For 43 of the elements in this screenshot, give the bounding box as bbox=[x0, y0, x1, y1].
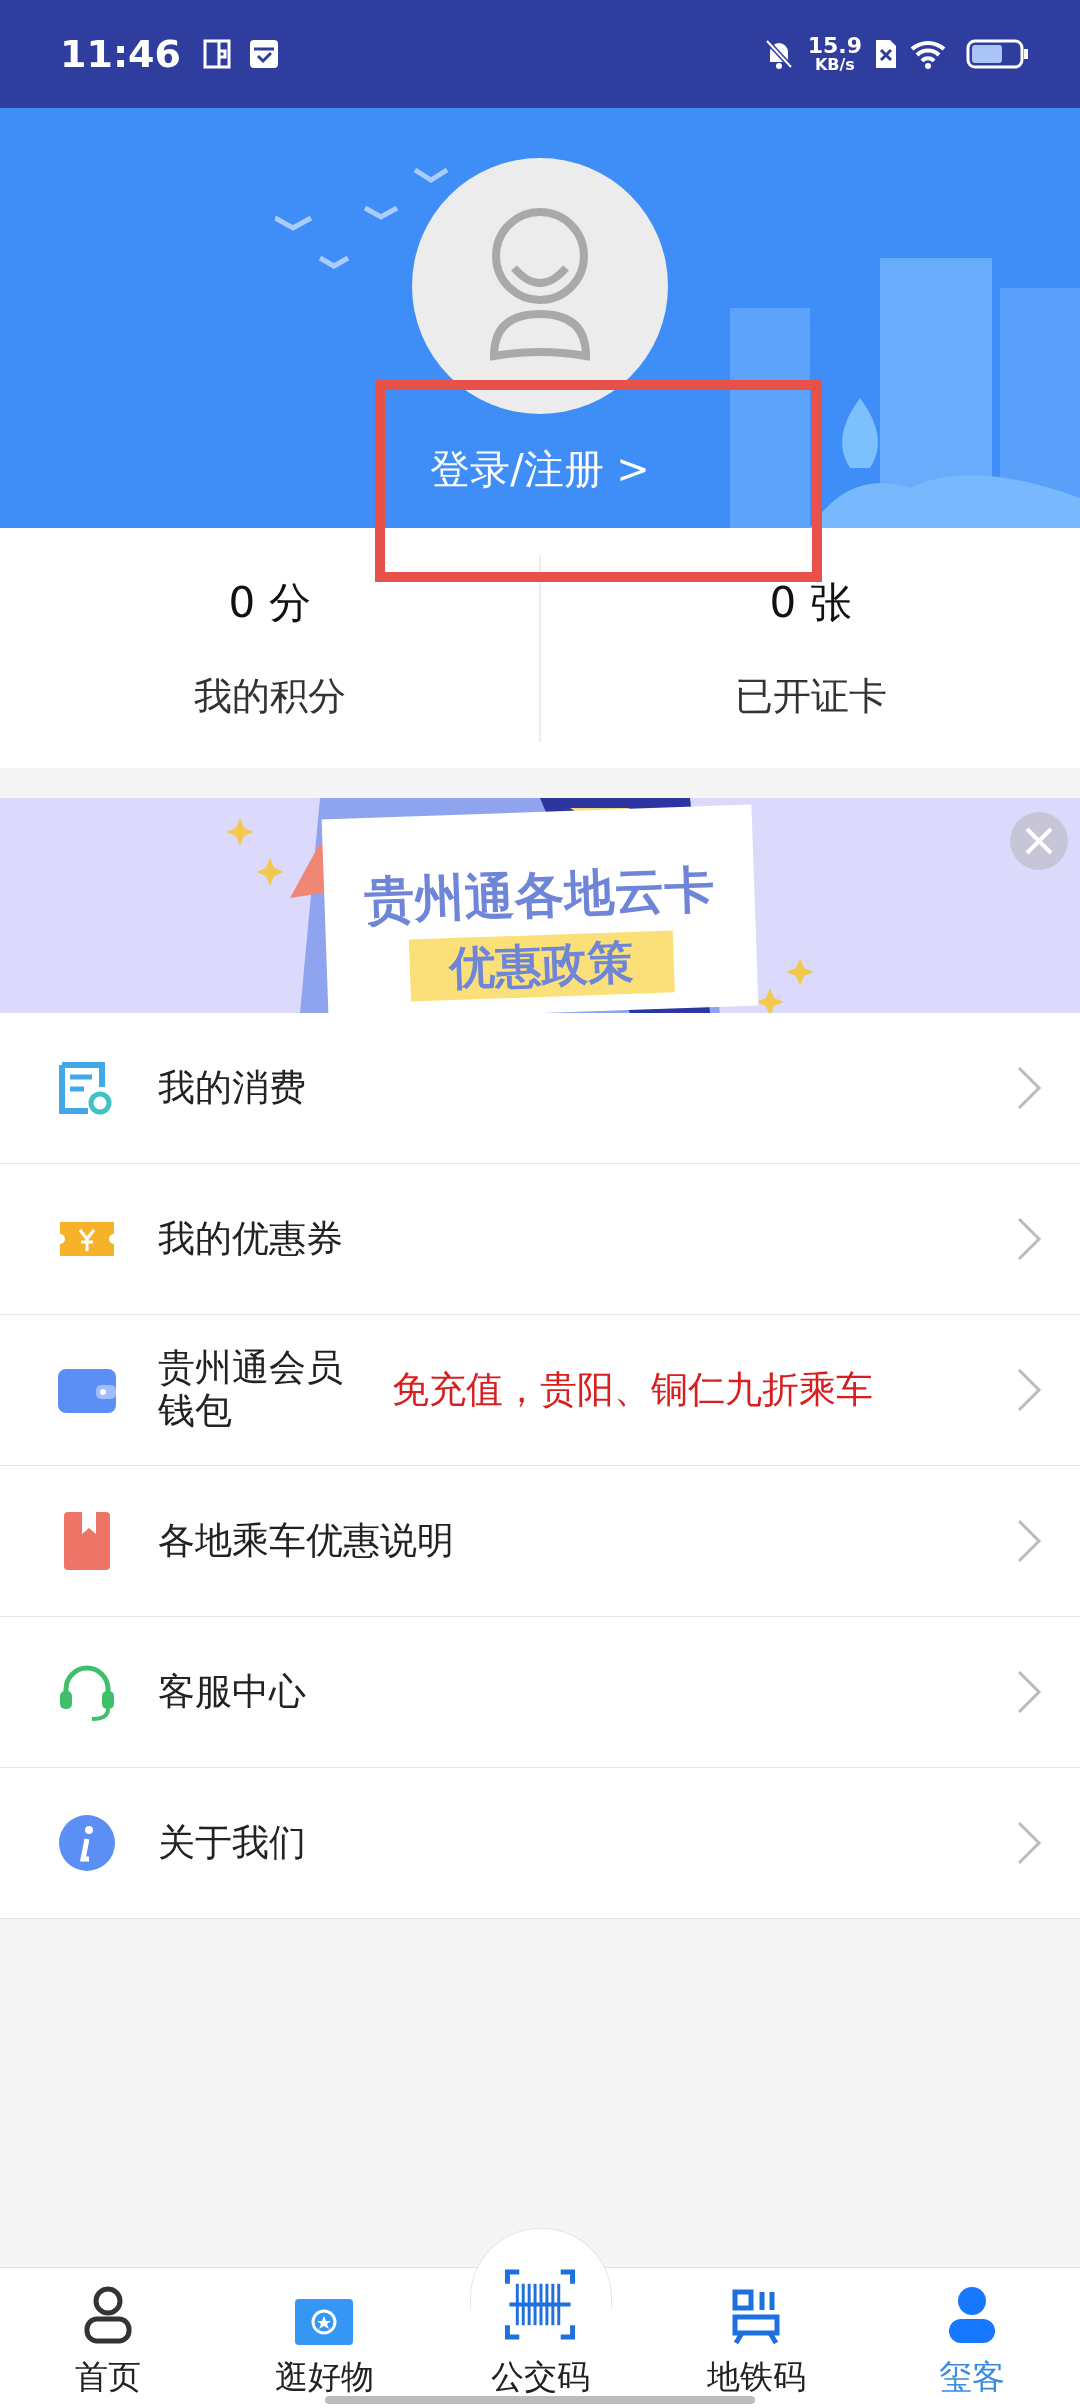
menu-label: 我的消费 bbox=[158, 1066, 306, 1110]
tab[interactable]: 玺客 bbox=[864, 2268, 1080, 2408]
menu-label: 贵州通会员钱包 bbox=[158, 1347, 344, 1433]
stat-label: 已开证卡 bbox=[734, 672, 887, 720]
menu-item[interactable]: 各地乘车优惠说明 bbox=[0, 1466, 1080, 1617]
menu-item[interactable]: 关于我们 bbox=[0, 1768, 1080, 1919]
banner-subtitle: 优惠政策 bbox=[408, 930, 675, 1002]
chevron-icon bbox=[1016, 1216, 1042, 1262]
stat-label: 我的积分 bbox=[193, 672, 346, 720]
chevron-icon bbox=[1016, 1065, 1042, 1111]
chevron-icon bbox=[1016, 1820, 1042, 1866]
inbox-check-icon bbox=[248, 39, 279, 69]
clock: 11:46 bbox=[60, 32, 181, 76]
menu-item[interactable]: 我的消费 bbox=[0, 1013, 1080, 1164]
stat-value: 0 张 bbox=[769, 576, 852, 629]
info-icon bbox=[56, 1812, 118, 1874]
menu-label: 客服中心 bbox=[158, 1670, 306, 1714]
tab[interactable]: 首页 bbox=[0, 2268, 216, 2408]
menu-item[interactable]: 贵州通会员钱包 免充值，贵阳、铜仁九折乘车 bbox=[0, 1315, 1080, 1466]
promo-note: 免充值，贵阳、铜仁九折乘车 bbox=[392, 1367, 873, 1413]
network-speed: 15.9 KB/s bbox=[807, 35, 862, 73]
person-outline-icon bbox=[83, 2285, 133, 2345]
menu-label: 各地乘车优惠说明 bbox=[158, 1519, 454, 1563]
menu-item[interactable]: 客服中心 bbox=[0, 1617, 1080, 1768]
barcode-icon bbox=[503, 2268, 577, 2341]
tab[interactable]: 地铁码 bbox=[648, 2268, 864, 2408]
chevron-icon bbox=[1016, 1367, 1042, 1413]
menu-item[interactable]: 我的优惠券 bbox=[0, 1164, 1080, 1315]
person-icon bbox=[947, 2285, 997, 2345]
stat-value: 0 分 bbox=[228, 576, 311, 629]
wifi-icon bbox=[910, 39, 948, 69]
tab[interactable]: 逛好物 bbox=[216, 2268, 432, 2408]
menu-label: 我的优惠券 bbox=[158, 1217, 343, 1261]
menu-label: 关于我们 bbox=[158, 1821, 306, 1865]
bell-off-icon bbox=[763, 38, 794, 70]
tab[interactable]: 公交码 bbox=[432, 2268, 648, 2408]
close-icon bbox=[1024, 826, 1054, 856]
chevron-icon bbox=[1016, 1669, 1042, 1715]
chevron-icon bbox=[1016, 1518, 1042, 1564]
qr-train-icon bbox=[732, 2289, 780, 2345]
banner-title: 贵州通各地云卡 bbox=[363, 858, 716, 933]
sim-off-icon bbox=[874, 38, 898, 70]
battery-icon bbox=[966, 39, 1030, 69]
